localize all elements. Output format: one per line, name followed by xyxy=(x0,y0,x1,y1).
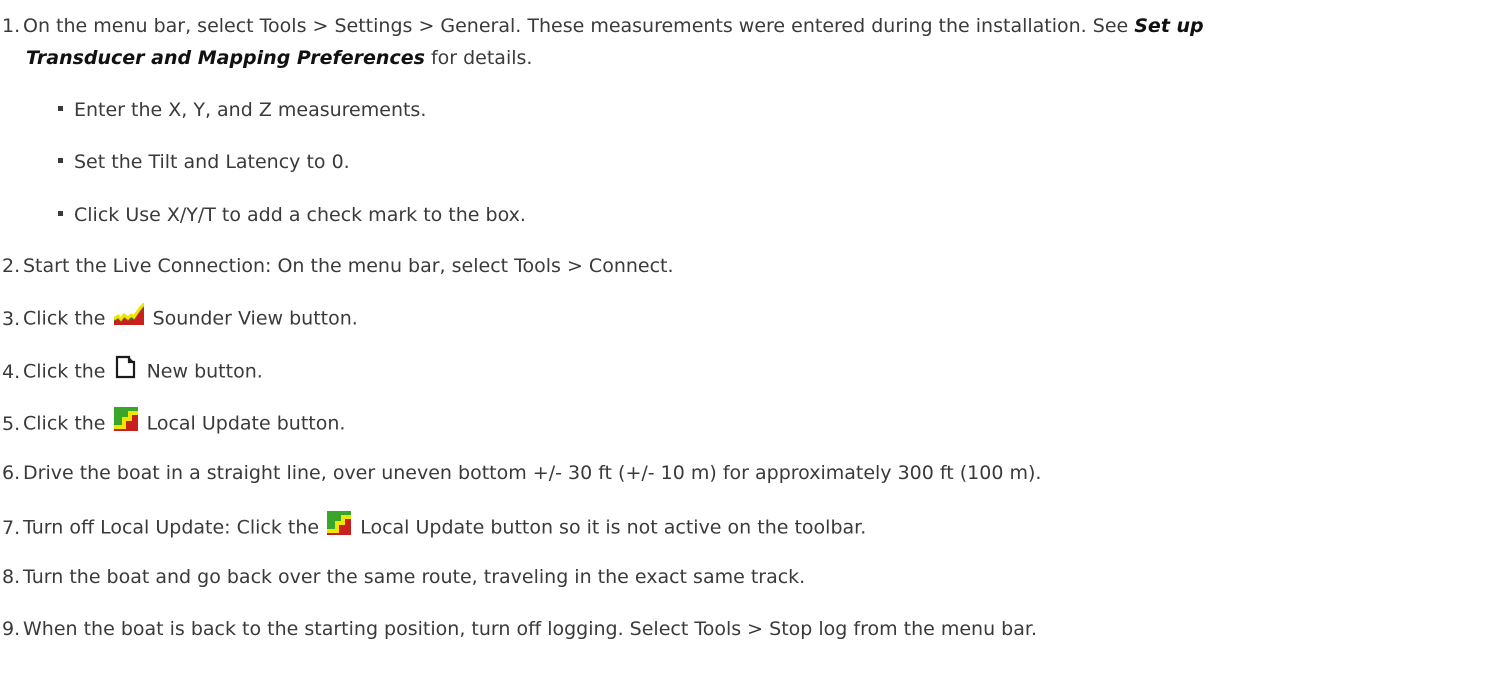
step-7: 7. Turn off Local Update: Click the Local… xyxy=(0,511,867,539)
new-document-icon xyxy=(114,355,138,385)
step-6: 6. Drive the boat in a straight line, ove… xyxy=(0,461,1041,485)
step-text: Local Update button so it is not active … xyxy=(360,516,867,539)
step-1-bullet: Set the Tilt and Latency to 0. xyxy=(58,150,350,174)
step-1: 1. On the menu bar, select Tools > Settin… xyxy=(0,14,1204,38)
step-8: 8. Turn the boat and go back over the sam… xyxy=(0,565,805,589)
local-update-icon xyxy=(327,511,352,541)
bullet-icon xyxy=(58,211,63,216)
step-text: Click the xyxy=(23,307,106,330)
step-text: Local Update button. xyxy=(146,412,346,435)
step-number: 1. xyxy=(2,15,21,37)
step-text: When the boat is back to the starting po… xyxy=(23,618,1037,640)
step-9: 9. When the boat is back to the starting … xyxy=(0,617,1037,641)
local-update-icon xyxy=(113,407,138,437)
step-number: 5. xyxy=(2,412,21,435)
step-number: 8. xyxy=(2,566,21,588)
sounder-view-icon xyxy=(112,302,145,331)
cross-reference-link[interactable]: Transducer and Mapping Preferences xyxy=(26,47,425,69)
step-number: 9. xyxy=(2,618,21,640)
bullet-text: Click Use X/Y/T to add a check mark to t… xyxy=(74,204,526,226)
step-1-bullet: Enter the X, Y, and Z measurements. xyxy=(58,98,426,122)
step-number: 7. xyxy=(2,516,21,539)
step-5: 5. Click the Local Update button. xyxy=(0,407,346,435)
step-3: 3. Click the Sounder View button. xyxy=(0,302,358,331)
step-text: Turn the boat and go back over the same … xyxy=(23,566,806,588)
step-text: New button. xyxy=(146,360,263,383)
step-1-continuation: Transducer and Mapping Preferences for d… xyxy=(26,46,532,70)
step-number: 4. xyxy=(2,360,21,383)
step-2: 2. Start the Live Connection: On the menu… xyxy=(0,254,674,278)
step-number: 3. xyxy=(2,307,21,330)
bullet-icon xyxy=(58,158,63,163)
step-number: 6. xyxy=(2,462,21,484)
step-text: On the menu bar, select Tools > Settings… xyxy=(23,15,1135,37)
step-text: Click the xyxy=(23,360,106,383)
cross-reference-link[interactable]: Set up xyxy=(1134,15,1203,37)
step-4: 4. Click the New button. xyxy=(0,355,263,383)
step-text: Sounder View button. xyxy=(152,307,358,330)
bullet-text: Enter the X, Y, and Z measurements. xyxy=(74,99,427,121)
bullet-text: Set the Tilt and Latency to 0. xyxy=(74,151,350,173)
step-text: Turn off Local Update: Click the xyxy=(23,516,320,539)
step-text: Drive the boat in a straight line, over … xyxy=(23,462,1042,484)
step-number: 2. xyxy=(2,255,21,277)
step-1-bullet: Click Use X/Y/T to add a check mark to t… xyxy=(58,203,526,227)
step-text: Start the Live Connection: On the menu b… xyxy=(23,255,674,277)
step-text: Click the xyxy=(23,412,106,435)
bullet-icon xyxy=(58,106,63,111)
step-text: for details. xyxy=(424,47,533,69)
